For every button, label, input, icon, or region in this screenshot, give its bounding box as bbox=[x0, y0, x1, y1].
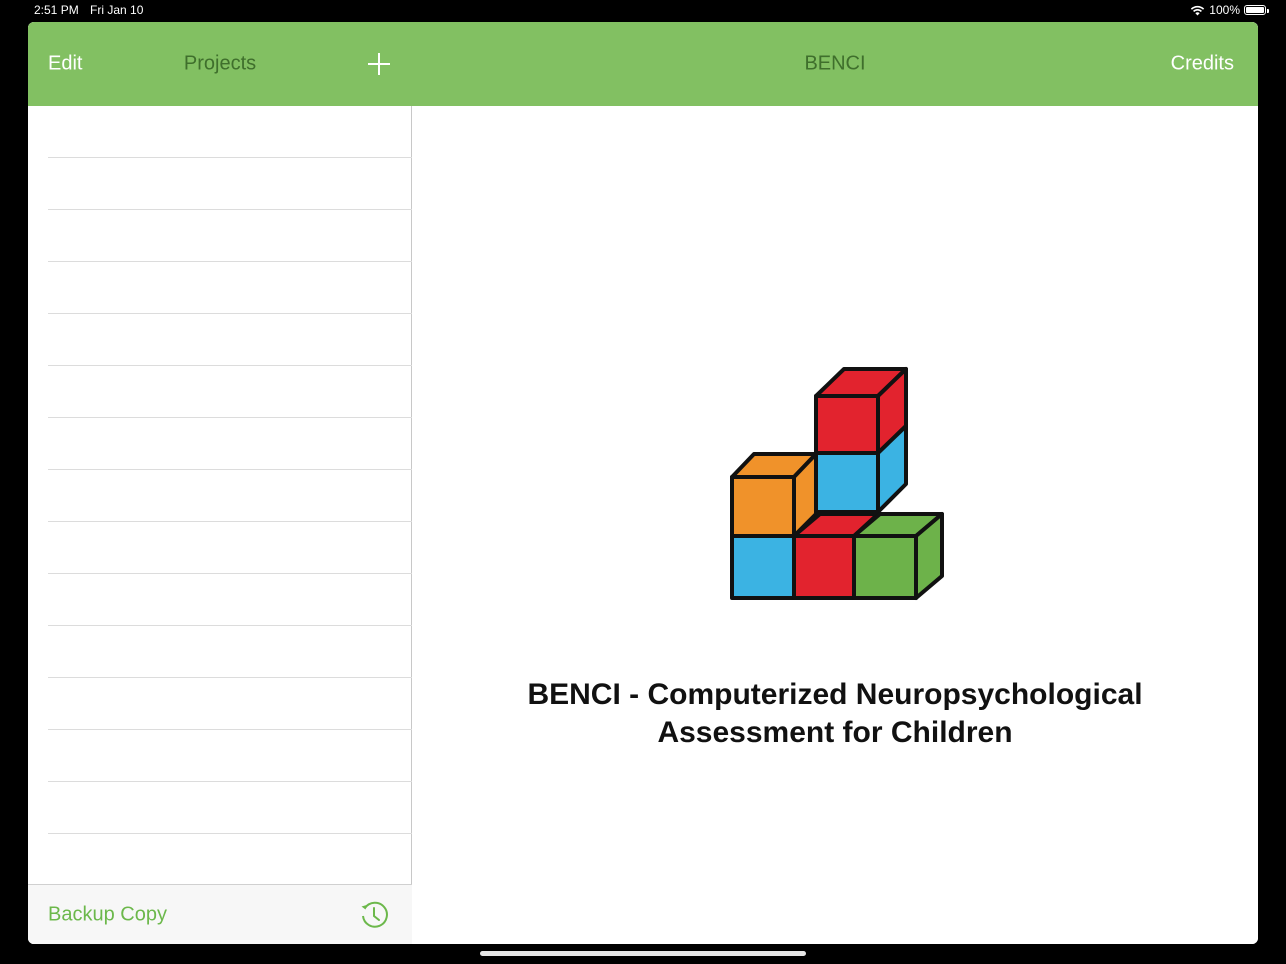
cube-green-front bbox=[852, 534, 918, 600]
battery-icon bbox=[1244, 5, 1269, 15]
list-item[interactable] bbox=[48, 366, 412, 418]
list-item[interactable] bbox=[48, 626, 412, 678]
history-icon[interactable] bbox=[358, 899, 390, 931]
list-item[interactable] bbox=[48, 678, 412, 730]
benci-logo bbox=[730, 367, 944, 600]
cube-top-red-front bbox=[814, 394, 880, 455]
detail-nav-bar: BENCI Credits bbox=[412, 22, 1258, 106]
list-item[interactable] bbox=[48, 574, 412, 626]
battery-percent: 100% bbox=[1209, 3, 1240, 17]
headline-line-2: Assessment for Children bbox=[657, 716, 1013, 749]
master-nav-bar: Edit Projects bbox=[28, 22, 412, 106]
list-item[interactable] bbox=[48, 210, 412, 262]
home-indicator[interactable] bbox=[480, 951, 806, 956]
plus-icon[interactable] bbox=[368, 53, 390, 75]
cube-bottom-blue-front bbox=[730, 534, 796, 600]
cube-mid-blue-front bbox=[814, 451, 880, 514]
cube-orange-front bbox=[730, 475, 796, 538]
battery-fill bbox=[1246, 7, 1264, 13]
projects-title: Projects bbox=[183, 52, 257, 75]
list-item[interactable] bbox=[48, 262, 412, 314]
status-left: 2:51 PM Fri Jan 10 bbox=[34, 3, 151, 17]
list-item[interactable] bbox=[48, 470, 412, 522]
list-item[interactable] bbox=[48, 730, 412, 782]
app-headline: BENCI - Computerized Neuropsychological … bbox=[452, 676, 1218, 752]
list-item[interactable] bbox=[48, 782, 412, 834]
credits-button[interactable]: Credits bbox=[1171, 53, 1234, 76]
project-list[interactable] bbox=[48, 106, 412, 886]
status-date: Fri Jan 10 bbox=[90, 3, 144, 17]
master-toolbar: Backup Copy bbox=[28, 884, 412, 944]
list-item[interactable] bbox=[48, 106, 412, 158]
list-item[interactable] bbox=[48, 418, 412, 470]
status-time: 2:51 PM bbox=[34, 3, 79, 17]
list-item[interactable] bbox=[48, 522, 412, 574]
edit-button[interactable]: Edit bbox=[48, 53, 82, 76]
headline-line-1: BENCI - Computerized Neuropsychological bbox=[527, 678, 1143, 711]
detail-pane: BENCI Credits BENCI - Computerized Neuro… bbox=[412, 22, 1258, 944]
list-item[interactable] bbox=[48, 314, 412, 366]
backup-copy-button[interactable]: Backup Copy bbox=[48, 904, 167, 927]
wifi-icon bbox=[1191, 5, 1205, 15]
master-pane: Edit Projects Backup Copy bbox=[28, 22, 412, 944]
status-right: 100% bbox=[1190, 3, 1269, 17]
cube-bottom-red-front bbox=[792, 534, 856, 600]
list-item[interactable] bbox=[48, 834, 412, 886]
app-window: Edit Projects Backup Copy BENCI Credits bbox=[28, 22, 1258, 944]
list-item[interactable] bbox=[48, 158, 412, 210]
detail-title: BENCI bbox=[804, 52, 866, 75]
status-bar: 2:51 PM Fri Jan 10 100% bbox=[0, 0, 1286, 20]
